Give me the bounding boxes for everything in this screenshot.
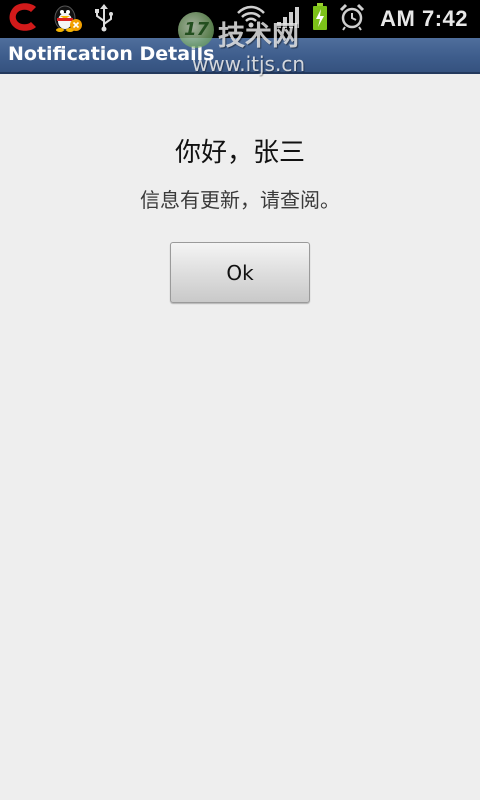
- status-bar-system-icons: AM 7:42: [236, 2, 468, 36]
- status-bar: AM 7:42: [0, 0, 480, 38]
- qq-penguin-icon: [52, 1, 82, 37]
- greeting-text: 你好，张三: [174, 138, 305, 168]
- notification-content: 你好，张三 信息有更新，请查阅。 Ok: [0, 74, 480, 800]
- message-text: 信息有更新，请查阅。: [140, 188, 340, 212]
- title-bar: Notification Details: [0, 38, 480, 74]
- ok-button[interactable]: Ok: [170, 242, 310, 303]
- signal-icon: [276, 4, 302, 34]
- c-app-icon: [6, 1, 42, 37]
- status-bar-clock: AM 7:42: [380, 6, 468, 31]
- battery-charging-icon: [312, 3, 328, 35]
- wifi-icon: [236, 4, 266, 34]
- window-title: Notification Details: [8, 43, 215, 65]
- alarm-clock-icon: [338, 3, 366, 35]
- usb-icon: [92, 2, 116, 36]
- status-bar-notification-icons: [6, 2, 116, 36]
